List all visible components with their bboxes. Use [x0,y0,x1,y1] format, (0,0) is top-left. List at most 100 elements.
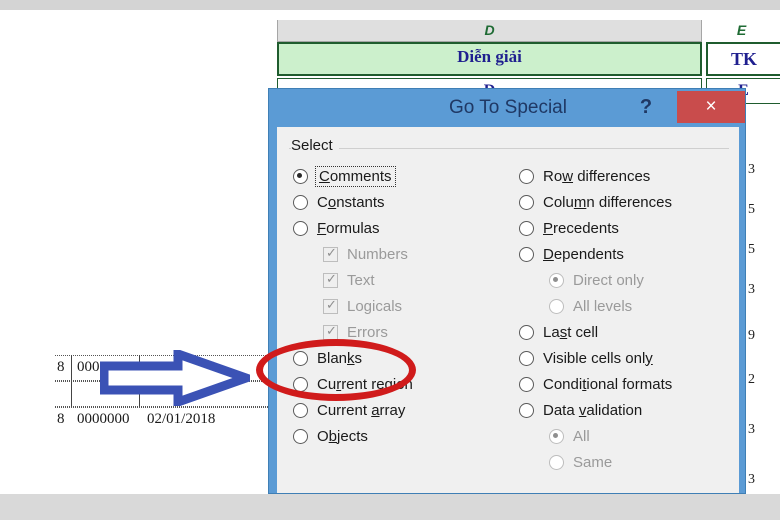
option-label: Numbers [347,245,408,263]
option-label: Comments [315,165,396,187]
option-conditional-formats[interactable]: Conditional formats [519,371,731,397]
option-label: Data validation [543,401,643,419]
radio-constants[interactable] [293,194,308,210]
option-text: Text [293,267,513,293]
clipped-value: 3 [748,422,755,437]
dialog-title: Go To Special [449,97,567,118]
option-direct-only: Direct only [519,267,731,293]
option-current-region[interactable]: Current region [293,371,513,397]
option-visible-cells-only[interactable]: Visible cells only [519,345,731,371]
option-logicals: Logicals [293,293,513,319]
option-column-differences[interactable]: Column differences [519,189,731,215]
option-label: Conditional formats [543,375,673,393]
option-label: Constants [317,193,385,211]
dialog-title-bar[interactable]: Go To Special ? × [269,89,745,127]
option-label: Blanks [317,349,363,367]
select-group-label: Select [291,137,339,154]
clipped-value: 5 [748,202,755,217]
radio-data-validation[interactable] [519,402,534,418]
row-doc-number: 0000000 [77,411,130,423]
go-to-special-dialog: Go To Special ? × Select Comments Constan… [268,88,746,494]
radio-direct-only [549,272,564,288]
option-last-cell[interactable]: Last cell [519,319,731,345]
option-label: Precedents [543,219,619,237]
radio-current-region[interactable] [293,376,308,392]
option-all-levels: All levels [519,293,731,319]
option-label: Text [347,271,375,289]
option-formulas[interactable]: Formulas [293,215,513,241]
clipped-value: 2 [748,372,755,387]
row-number: 8 [57,359,65,375]
cell-tk[interactable]: TK [706,42,780,76]
radio-column-differences[interactable] [519,194,534,210]
cell-divider [71,355,72,381]
option-label: Logicals [347,297,403,315]
option-label: Last cell [543,323,599,341]
option-numbers: Numbers [293,241,513,267]
table-row[interactable] [55,381,280,407]
checkbox-numbers [323,246,338,262]
option-label: Same [573,453,613,471]
radio-current-array[interactable] [293,402,308,418]
dialog-body: Select Comments Constants Formulas Numbers T… [277,127,739,493]
table-row[interactable]: 8 0000000 02/01/2018 [55,407,280,423]
row-number: 8 [57,411,65,423]
checkbox-errors [323,324,338,340]
select-group-box: Select Comments Constants Formulas Numbers T… [289,137,729,489]
radio-precedents[interactable] [519,220,534,236]
row-doc-number: 0000268 [77,359,130,375]
option-dependents[interactable]: Dependents [519,241,731,267]
checkbox-logicals [323,298,338,314]
column-header-e[interactable]: E [703,20,780,42]
option-comments[interactable]: Comments [293,163,513,189]
radio-formulas[interactable] [293,220,308,236]
radio-same [549,454,564,470]
cell-divider [139,381,140,407]
option-blanks[interactable]: Blanks [293,345,513,371]
radio-comments[interactable] [293,168,308,184]
clipped-value: 5 [748,242,755,257]
option-same: Same [519,449,731,475]
select-options-left-column: Comments Constants Formulas Numbers Text Logi… [293,163,513,449]
radio-visible-cells-only[interactable] [519,350,534,366]
radio-all [549,428,564,444]
option-data-validation[interactable]: Data validation [519,397,731,423]
option-precedents[interactable]: Precedents [519,215,731,241]
option-label: Column differences [543,193,672,211]
clipped-value: 3 [748,472,755,487]
option-label: All levels [573,297,633,315]
column-header-d[interactable]: D [277,20,702,42]
option-current-array[interactable]: Current array [293,397,513,423]
radio-row-differences[interactable] [519,168,534,184]
radio-all-levels [549,298,564,314]
option-row-differences[interactable]: Row differences [519,163,731,189]
option-objects[interactable]: Objects [293,423,513,449]
select-options-right-column: Row differences Column differences Precede… [519,163,731,475]
option-label: All [573,427,590,445]
row-date: 02/01/2018 [147,359,216,375]
option-constants[interactable]: Constants [293,189,513,215]
table-row[interactable]: 8 0000268 02/01/2018 [55,355,280,381]
radio-dependents[interactable] [519,246,534,262]
cell-divider [139,355,140,381]
cell-divider [71,381,72,407]
option-label: Objects [317,427,368,445]
option-all: All [519,423,731,449]
clipped-value: 3 [748,162,755,177]
cell-dien-giai[interactable]: Diễn giải [277,42,702,76]
radio-blanks[interactable] [293,350,308,366]
option-label: Current region [317,375,413,393]
option-label: Errors [347,323,388,341]
radio-last-cell[interactable] [519,324,534,340]
clipped-value: 9 [748,328,755,343]
option-label: Formulas [317,219,380,237]
close-icon[interactable]: × [677,91,745,123]
top-chrome-strip [0,0,780,10]
clipped-value: 3 [748,282,755,297]
help-icon[interactable]: ? [633,89,659,127]
radio-conditional-formats[interactable] [519,376,534,392]
row-date: 02/01/2018 [147,411,216,423]
clipped-number-column: 3 5 5 3 9 2 3 3 [746,160,780,504]
radio-objects[interactable] [293,428,308,444]
screen: D E Diễn giải TK D E 8 0000268 02/01/201… [0,0,780,520]
